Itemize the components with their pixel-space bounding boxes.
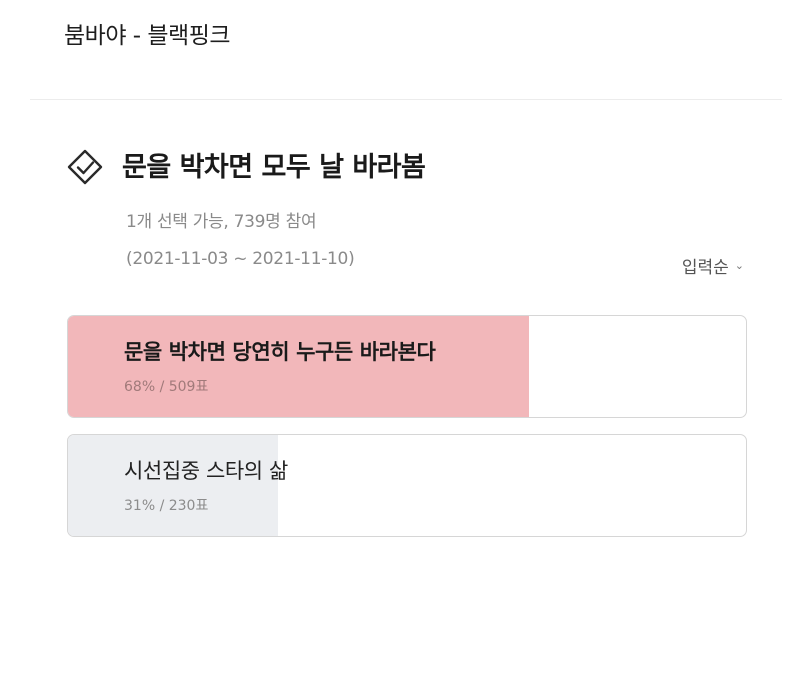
poll-participation-info: 1개 선택 가능, 739명 참여: [126, 212, 317, 232]
poll-period: (2021-11-03 ~ 2021-11-10): [126, 249, 355, 269]
poll-option-2-result: 31% / 230표: [124, 498, 209, 514]
poll-option-1-result-bar: [68, 316, 530, 417]
poll-option-2-label: 시선집중 스타의 삶: [124, 459, 288, 483]
check-diamond-icon: [67, 149, 103, 185]
poll-option-1-result: 68% / 509표: [124, 379, 209, 395]
poll-title: 문을 박차면 모두 날 바라봄: [122, 152, 426, 183]
sort-order-button[interactable]: 입력순 ⌄: [682, 253, 744, 278]
sort-order-label: 입력순: [681, 258, 729, 278]
chevron-down-icon: ⌄: [734, 259, 744, 272]
poll-option-2[interactable]: 시선집중 스타의 삶 31% / 230표: [67, 434, 747, 537]
poll-option-1[interactable]: 문을 박차면 당연히 누구든 바라본다 68% / 509표: [67, 315, 747, 418]
poll-option-2-result-bar: [68, 435, 279, 536]
page-title: 붐바야 - 블랙핑크: [64, 23, 231, 49]
poll-option-1-label: 문을 박차면 당연히 누구든 바라본다: [124, 340, 436, 364]
header-divider: [30, 99, 782, 100]
